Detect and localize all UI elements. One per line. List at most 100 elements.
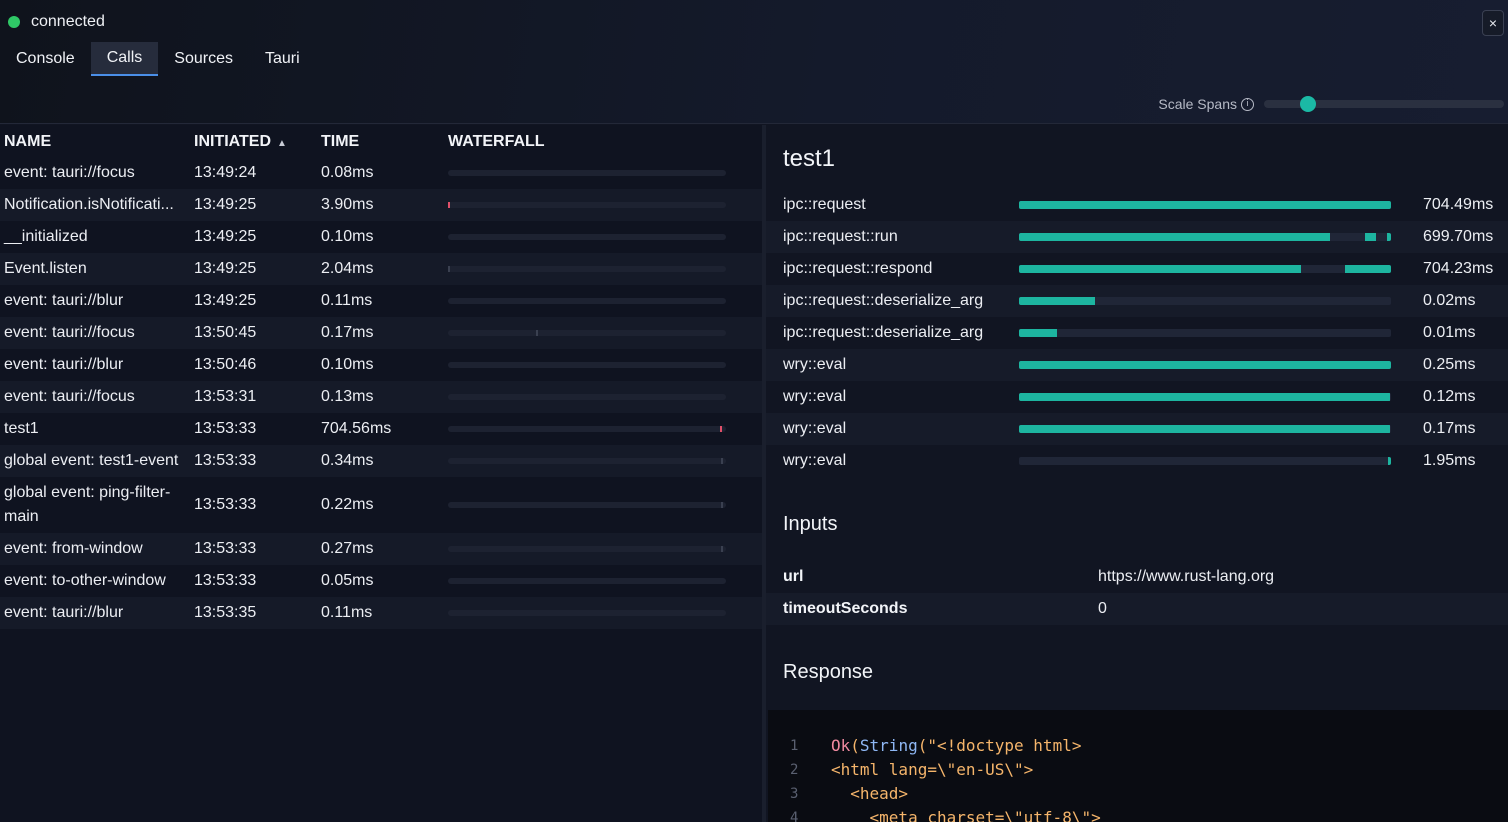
info-icon[interactable]: i — [1241, 97, 1254, 111]
code-token-function: Ok — [831, 736, 851, 755]
table-row[interactable]: global event: test1-event 13:53:33 0.34ms — [0, 445, 762, 477]
call-time: 0.11ms — [321, 604, 373, 621]
devtools-header: connected Console Calls Sources Tauri × … — [0, 0, 1508, 124]
span-row[interactable]: ipc::request::respond 704.23ms — [766, 253, 1508, 285]
call-initiated: 13:49:25 — [194, 260, 257, 277]
table-row[interactable]: test1 13:53:33 704.56ms — [0, 413, 762, 445]
table-row[interactable]: __initialized 13:49:25 0.10ms — [0, 221, 762, 253]
table-row[interactable]: event: to-other-window 13:53:33 0.05ms — [0, 565, 762, 597]
call-name: global event: ping-filter-main — [4, 484, 171, 525]
span-name: ipc::request::deserialize_arg — [783, 324, 984, 341]
span-row[interactable]: ipc::request::deserialize_arg 0.01ms — [766, 317, 1508, 349]
call-time: 0.10ms — [321, 356, 374, 373]
waterfall-bar — [448, 362, 726, 368]
tab-calls[interactable]: Calls — [90, 42, 159, 76]
table-row[interactable]: Event.listen 13:49:25 2.04ms — [0, 253, 762, 285]
detail-title: test1 — [783, 145, 836, 172]
initiated-header-label: INITIATED — [194, 133, 272, 150]
call-time: 2.04ms — [321, 260, 374, 277]
calls-table: NAME INITIATED ▲ TIME WATERFALL event: ta… — [0, 125, 762, 822]
waterfall-marker — [536, 330, 539, 336]
waterfall-bar — [448, 170, 726, 176]
waterfall-bar — [448, 202, 726, 208]
scale-spans-label: Scale Spans — [1158, 96, 1237, 112]
span-segment — [1019, 425, 1390, 433]
code-text: <meta charset=\"utf-8\"> — [831, 808, 1101, 822]
span-row[interactable]: wry::eval 0.25ms — [766, 349, 1508, 381]
table-row[interactable]: event: tauri://blur 13:49:25 0.11ms — [0, 285, 762, 317]
span-segment — [1019, 361, 1391, 369]
span-duration: 704.23ms — [1423, 260, 1494, 277]
waterfall-marker — [719, 426, 722, 432]
column-header-time[interactable]: TIME — [321, 133, 359, 151]
table-row[interactable]: global event: ping-filter-main 13:53:33 0.… — [0, 477, 762, 533]
waterfall-bar — [448, 502, 726, 508]
call-time: 0.08ms — [321, 164, 374, 181]
span-row[interactable]: wry::eval 0.17ms — [766, 413, 1508, 445]
table-row[interactable]: event: tauri://focus 13:49:24 0.08ms — [0, 157, 762, 189]
column-header-initiated[interactable]: INITIATED ▲ — [194, 133, 287, 151]
call-name: event: tauri://blur — [4, 604, 124, 621]
span-duration: 0.02ms — [1423, 292, 1476, 309]
span-bar — [1019, 457, 1391, 465]
close-button[interactable]: × — [1482, 10, 1504, 36]
call-initiated: 13:53:33 — [194, 572, 257, 589]
response-code-block[interactable]: 1 Ok(String("<!doctype html> 2 <html lang=\… — [768, 710, 1508, 822]
span-row[interactable]: ipc::request 704.49ms — [766, 189, 1508, 221]
span-row[interactable]: wry::eval 0.12ms — [766, 381, 1508, 413]
column-header-name[interactable]: NAME — [4, 133, 51, 151]
span-name: wry::eval — [783, 452, 847, 469]
call-name: event: tauri://blur — [4, 292, 124, 309]
call-initiated: 13:53:31 — [194, 388, 257, 405]
span-row[interactable]: wry::eval 1.95ms — [766, 445, 1508, 477]
waterfall-bar — [448, 330, 726, 336]
span-name: wry::eval — [783, 388, 847, 405]
call-initiated: 13:49:24 — [194, 164, 257, 181]
tab-sources[interactable]: Sources — [158, 42, 249, 76]
scale-spans-slider[interactable] — [1264, 96, 1504, 112]
table-row[interactable]: event: tauri://blur 13:50:46 0.10ms — [0, 349, 762, 381]
slider-thumb[interactable] — [1300, 96, 1317, 112]
response-heading: Response — [783, 661, 874, 683]
span-row[interactable]: ipc::request::deserialize_arg 0.02ms — [766, 285, 1508, 317]
waterfall-bar — [448, 458, 726, 464]
call-initiated: 13:53:35 — [194, 604, 257, 621]
span-duration: 699.70ms — [1423, 228, 1494, 245]
call-name: event: tauri://focus — [4, 324, 135, 341]
table-row[interactable]: event: tauri://focus 13:53:31 0.13ms — [0, 381, 762, 413]
waterfall-marker — [720, 546, 723, 552]
table-row[interactable]: event: tauri://focus 13:50:45 0.17ms — [0, 317, 762, 349]
span-segment — [1387, 233, 1391, 241]
call-name: Notification.isNotificati... — [4, 196, 174, 213]
span-name: ipc::request::respond — [783, 260, 933, 277]
span-row[interactable]: ipc::request::run 699.70ms — [766, 221, 1508, 253]
input-key: timeoutSeconds — [783, 600, 908, 617]
call-time: 0.34ms — [321, 452, 374, 469]
table-row[interactable]: event: from-window 13:53:33 0.27ms — [0, 533, 762, 565]
waterfall-marker — [720, 458, 723, 464]
close-icon: × — [1488, 15, 1498, 31]
call-name: event: from-window — [4, 540, 143, 557]
call-initiated: 13:50:46 — [194, 356, 257, 373]
tab-tauri[interactable]: Tauri — [249, 42, 316, 76]
table-row[interactable]: event: tauri://blur 13:53:35 0.11ms — [0, 597, 762, 629]
column-header-waterfall: WATERFALL — [448, 133, 545, 150]
span-duration: 0.25ms — [1423, 356, 1476, 373]
input-row-timeout: timeoutSeconds 0 — [766, 593, 1508, 625]
tab-bar: Console Calls Sources Tauri — [0, 42, 316, 76]
call-initiated: 13:50:45 — [194, 324, 257, 341]
table-row[interactable]: Notification.isNotificati... 13:49:25 3.90… — [0, 189, 762, 221]
waterfall-marker — [448, 266, 450, 272]
call-name: Event.listen — [4, 260, 87, 277]
waterfall-bar — [448, 426, 726, 432]
waterfall-bar — [448, 578, 726, 584]
call-initiated: 13:53:33 — [194, 540, 257, 557]
call-time: 0.27ms — [321, 540, 374, 557]
waterfall-bar — [448, 266, 726, 272]
waterfall-bar — [448, 610, 726, 616]
call-initiated: 13:49:25 — [194, 196, 257, 213]
tab-console[interactable]: Console — [0, 42, 91, 76]
table-header: NAME INITIATED ▲ TIME WATERFALL — [0, 125, 762, 157]
span-segment — [1344, 265, 1391, 273]
call-time: 0.17ms — [321, 324, 374, 341]
